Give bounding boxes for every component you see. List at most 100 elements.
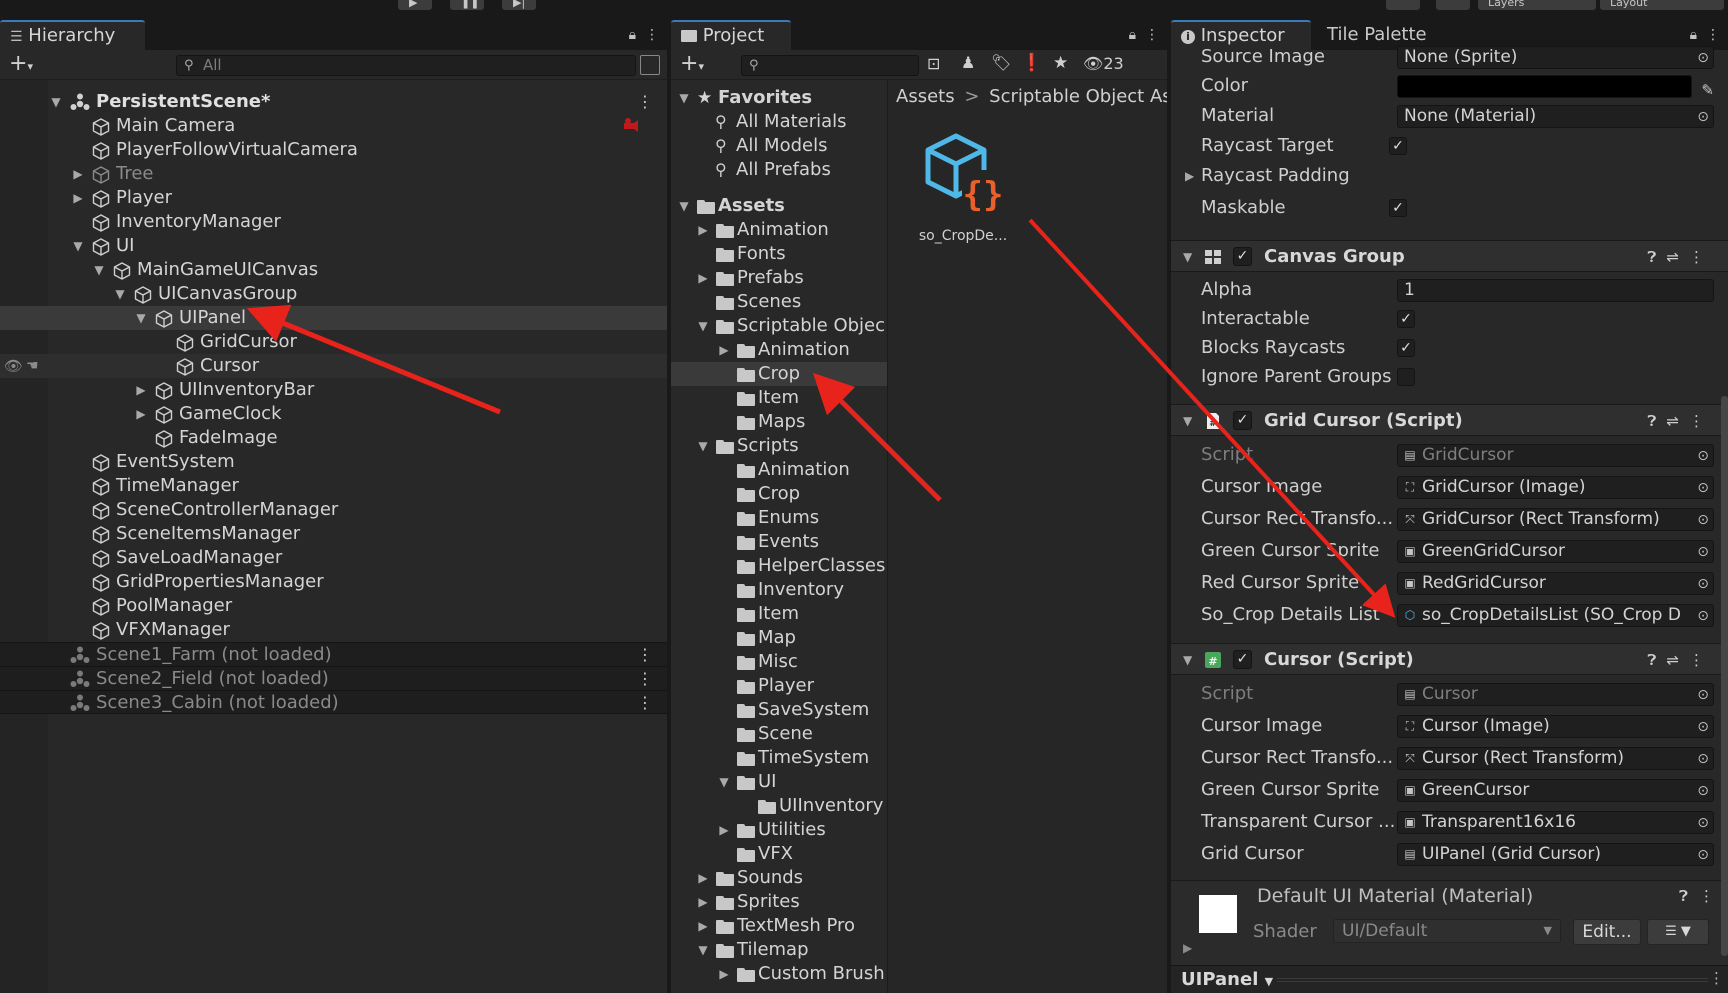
search-button[interactable]: [1436, 0, 1470, 10]
hierarchy-item[interactable]: ▼ MainGameUICanvas: [0, 258, 667, 282]
visibility-eye-icon[interactable]: 👁︎: [4, 354, 23, 378]
help-icon[interactable]: ❓︎: [1647, 248, 1666, 266]
play-button[interactable]: ▶: [398, 0, 432, 10]
folder-item[interactable]: ▶ Utilities: [671, 818, 887, 842]
folder-item[interactable]: Crop: [671, 482, 887, 506]
folder-item-selected[interactable]: Crop: [671, 362, 887, 386]
blocks-raycasts-checkbox[interactable]: ✓: [1397, 339, 1415, 357]
favorite-item[interactable]: ⚲ All Materials: [671, 110, 887, 134]
folder-item[interactable]: ▶ Custom Brush: [671, 962, 887, 986]
collapsed-arrow-icon[interactable]: ▶: [134, 378, 148, 402]
folder-item[interactable]: Fonts: [671, 242, 887, 266]
hierarchy-item[interactable]: ▶ GameClock: [0, 402, 667, 426]
object-picker-icon[interactable]: ⊙: [1697, 845, 1709, 865]
folder-item[interactable]: ▶ Animation: [671, 338, 887, 362]
pause-button[interactable]: ❚❚: [450, 0, 484, 10]
collapsed-arrow-icon[interactable]: ▶: [717, 818, 731, 842]
layout-dropdown[interactable]: Layout: [1600, 0, 1724, 10]
color-swatch[interactable]: [1397, 75, 1692, 98]
expand-arrow-icon[interactable]: ▼: [71, 234, 85, 258]
create-asset-button[interactable]: +▾: [680, 52, 704, 79]
expand-arrow-icon[interactable]: ▼: [696, 434, 710, 458]
lock-icon[interactable]: 🔒︎: [1129, 27, 1136, 43]
object-picker-icon[interactable]: ⊙: [1697, 107, 1709, 127]
collapsed-arrow-icon[interactable]: ▶: [717, 338, 731, 362]
breadcrumb-assets[interactable]: Assets: [896, 86, 955, 107]
object-picker-icon[interactable]: ⊙: [1697, 542, 1709, 562]
expand-arrow-icon[interactable]: ▼: [696, 938, 710, 962]
favorites-header[interactable]: ▼ ★ Favorites: [671, 86, 887, 110]
prop-raycast-padding[interactable]: ▶ Raycast Padding: [1171, 162, 1728, 190]
collapsed-arrow-icon[interactable]: ▶: [1183, 941, 1192, 955]
expand-arrow-icon[interactable]: ▼: [113, 282, 127, 306]
layers-dropdown[interactable]: Layers: [1478, 0, 1596, 10]
search-options-icon[interactable]: ⊡: [927, 54, 940, 73]
hierarchy-search-input[interactable]: ⚲ All: [176, 55, 636, 76]
folder-item[interactable]: TimeSystem: [671, 746, 887, 770]
material-field[interactable]: None (Material) ⊙: [1397, 105, 1714, 128]
pickable-hand-icon[interactable]: ☚: [26, 354, 39, 378]
collapsed-arrow-icon[interactable]: ▶: [1185, 162, 1194, 190]
more-icon[interactable]: ⋮: [1689, 651, 1714, 669]
expand-arrow-icon[interactable]: ▼: [717, 770, 731, 794]
hierarchy-item[interactable]: ▼ UI: [0, 234, 667, 258]
presets-icon[interactable]: ⇌: [1666, 651, 1689, 669]
expand-arrow-icon[interactable]: ▼: [134, 306, 148, 330]
folder-item[interactable]: Scenes: [671, 290, 887, 314]
folder-item[interactable]: Maps: [671, 410, 887, 434]
help-icon[interactable]: ❓︎: [1647, 651, 1666, 669]
folder-item[interactable]: Misc: [671, 650, 887, 674]
favorite-item[interactable]: ⚲ All Models: [671, 134, 887, 158]
presets-icon[interactable]: ⇌: [1666, 412, 1689, 430]
collapsed-arrow-icon[interactable]: ▶: [696, 866, 710, 890]
folder-item[interactable]: Item: [671, 602, 887, 626]
alpha-field[interactable]: 1: [1397, 279, 1714, 302]
project-search-input[interactable]: ⚲: [741, 55, 919, 76]
more-icon[interactable]: ⋮: [637, 643, 653, 667]
eyedropper-icon[interactable]: ✎: [1701, 76, 1714, 104]
more-icon[interactable]: ⋮: [637, 90, 653, 114]
hierarchy-item[interactable]: PlayerFollowVirtualCamera: [0, 138, 667, 162]
folder-item[interactable]: HelperClasses: [671, 554, 887, 578]
green-cursor-sprite-field[interactable]: ▣ GreenGridCursor ⊙: [1397, 540, 1714, 563]
expand-arrow-icon[interactable]: ▼: [1183, 405, 1192, 437]
component-enabled-checkbox[interactable]: ✓: [1233, 650, 1252, 669]
object-picker-icon[interactable]: ⊙: [1697, 478, 1709, 498]
edit-shader-button[interactable]: Edit...: [1573, 919, 1641, 945]
filter-label-icon[interactable]: 🏷︎: [991, 53, 1011, 72]
object-picker-icon[interactable]: ⊙: [1697, 781, 1709, 801]
expand-arrow-icon[interactable]: ▼: [677, 194, 691, 218]
hierarchy-item[interactable]: VFXManager: [0, 618, 667, 642]
cursor-rect-transform-field[interactable]: ⤧ Cursor (Rect Transform) ⊙: [1397, 747, 1714, 770]
log-icon[interactable]: ❗: [1021, 53, 1042, 73]
collapsed-arrow-icon[interactable]: ▶: [696, 890, 710, 914]
more-icon[interactable]: ⋮: [1689, 412, 1714, 430]
scene-row-persistent[interactable]: ▼ PersistentScene* ⋮: [0, 90, 667, 114]
transparent-cursor-sprite-field[interactable]: ▣ Transparent16x16 ⊙: [1397, 811, 1714, 834]
object-picker-icon[interactable]: ⊙: [1697, 48, 1709, 68]
resize-handle[interactable]: [1277, 978, 1708, 982]
hidden-packages-toggle[interactable]: 👁︎23: [1083, 54, 1124, 73]
lock-icon[interactable]: 🔒︎: [629, 27, 636, 43]
component-header-canvas-group[interactable]: ▼ ✓ Canvas Group ❓︎⇌⋮: [1171, 240, 1728, 272]
hierarchy-item-selected[interactable]: ▼ UIPanel: [0, 306, 667, 330]
expand-arrow-icon[interactable]: ▼: [49, 90, 63, 114]
tab-project[interactable]: Project: [671, 20, 791, 50]
expand-arrow-icon[interactable]: ▼: [92, 258, 106, 282]
folder-item[interactable]: Scene: [671, 722, 887, 746]
folder-item[interactable]: ▼ Scriptable Objec: [671, 314, 887, 338]
presets-icon[interactable]: ⇌: [1666, 248, 1689, 266]
hierarchy-item[interactable]: PoolManager: [0, 594, 667, 618]
folder-item[interactable]: ▶ Sprites: [671, 890, 887, 914]
raycast-target-checkbox[interactable]: ✓: [1389, 137, 1407, 155]
cursor-image-field[interactable]: ⛶ GridCursor (Image) ⊙: [1397, 476, 1714, 499]
inspector-scrollbar[interactable]: [1721, 396, 1728, 956]
folder-item[interactable]: SaveSystem: [671, 698, 887, 722]
folder-item[interactable]: ▶ Sounds: [671, 866, 887, 890]
ignore-parent-groups-checkbox[interactable]: [1397, 368, 1415, 386]
so-crop-details-list-field[interactable]: ⬡ so_CropDetailsList (SO_Crop D ⊙: [1397, 604, 1714, 627]
collapsed-arrow-icon[interactable]: ▶: [71, 186, 85, 210]
hierarchy-item[interactable]: ▶ Player: [0, 186, 667, 210]
folder-item[interactable]: UIInventory: [671, 794, 887, 818]
cursor-rect-transform-field[interactable]: ⤧ GridCursor (Rect Transform) ⊙: [1397, 508, 1714, 531]
